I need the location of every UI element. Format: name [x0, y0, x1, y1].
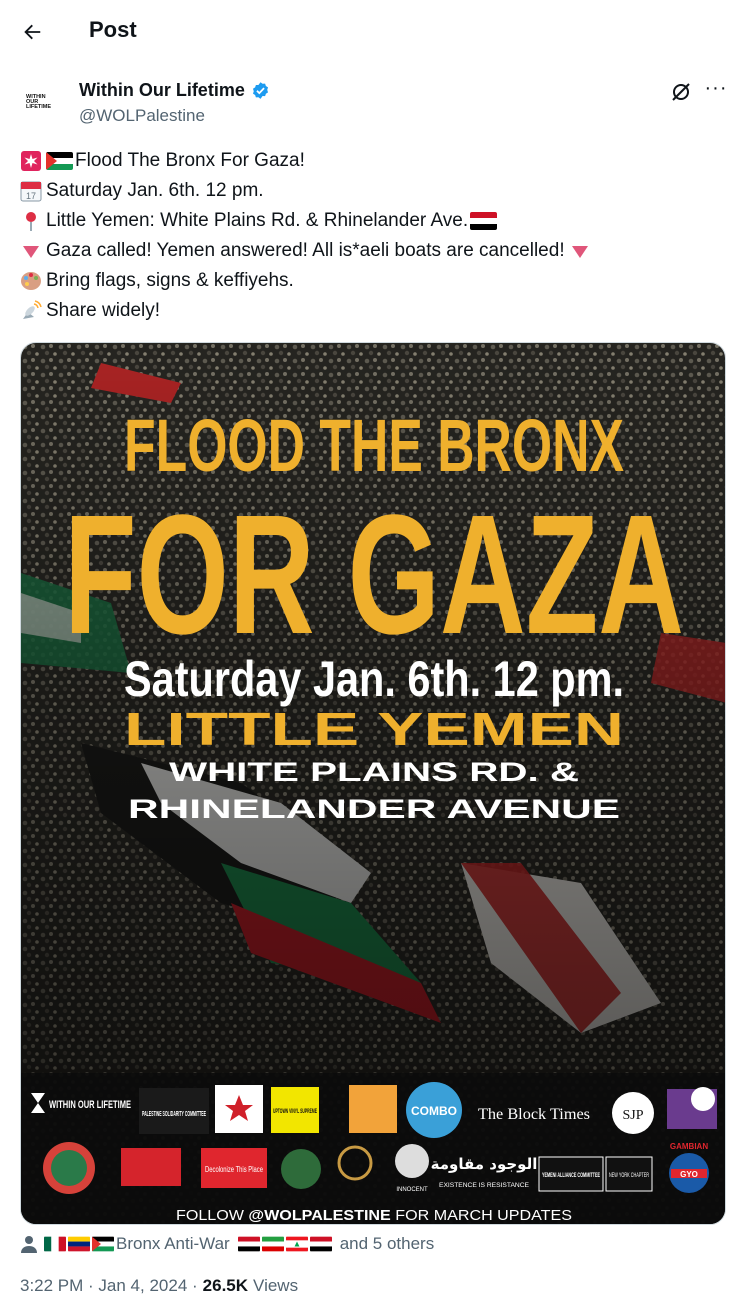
red-triangle-down-icon — [571, 246, 588, 258]
poster-footer-suffix: FOR MARCH UPDATES — [391, 1207, 572, 1224]
spiral-icon — [691, 1087, 715, 1111]
calendar-icon: 17 — [20, 181, 42, 202]
poster-footer: FOLLOW @WOLPALESTINE FOR MARCH UPDATES — [176, 1207, 572, 1224]
logo-rising-fist — [281, 1149, 321, 1189]
post-line-4: Gaza called! Yemen answered! All is*aeli… — [20, 236, 725, 266]
venezuela-flag-icon — [68, 1236, 90, 1252]
more-options-icon[interactable]: ··· — [704, 78, 728, 102]
post-line-5-text: Bring flags, signs & keffiyehs. — [46, 270, 294, 291]
poster-address-1: WHITE PLAINS RD. & — [169, 757, 579, 787]
post-line-1-text: Flood The Bronx For Gaza! — [75, 150, 305, 171]
logo-combo-text: COMBO — [411, 1104, 457, 1118]
person-icon — [21, 1236, 37, 1253]
mexico-flag-icon — [44, 1236, 66, 1252]
logo-jarocho — [121, 1148, 181, 1186]
views-count: 26.5K — [202, 1276, 249, 1295]
poster-headline-1: FLOOD THE BRONX — [124, 404, 624, 487]
poster-location-line: LITTLE YEMEN — [124, 703, 624, 755]
logo-wol-text: WITHIN OUR LIFETIME — [49, 1099, 131, 1111]
tagged-users-row[interactable]: Bronx Anti-War and 5 others — [20, 1232, 434, 1256]
grok-icon[interactable] — [669, 80, 693, 104]
post-line-2: 17 Saturday Jan. 6th. 12 pm. — [20, 176, 725, 206]
back-arrow-icon — [24, 24, 41, 40]
rotating-light-icon — [21, 151, 41, 171]
logo-decolonize-text: Decolonize This Place — [205, 1165, 263, 1174]
round-pushpin-icon — [26, 212, 36, 231]
svg-text:17: 17 — [26, 191, 36, 201]
views-label: Views — [253, 1276, 299, 1295]
logo-gyo-text: GYO — [680, 1170, 698, 1179]
iraq-flag-icon — [309, 1236, 332, 1252]
logo-uptown-palestine — [349, 1085, 397, 1133]
post-line-5: Bring flags, signs & keffiyehs. — [20, 266, 725, 296]
tagged-user-name: Bronx Anti-War — [116, 1234, 230, 1253]
post-line-2-text: Saturday Jan. 6th. 12 pm. — [46, 180, 264, 201]
logo-sjp-text: SJP — [622, 1108, 643, 1123]
poster-graphic: FLOOD THE BRONX FOR GAZA Saturday Jan. 6… — [21, 343, 725, 1224]
logo-existence-text: EXISTENCE IS RESISTANCE — [439, 1183, 529, 1189]
lebanon-flag-icon — [285, 1236, 308, 1252]
logo-innocent — [395, 1144, 429, 1178]
logo-ny-chapter-text: NEW YORK CHAPTER — [609, 1173, 649, 1179]
yemen-flag-icon — [237, 1236, 260, 1252]
logo-uptown-text: UPTOWN VINYL SUPREME — [273, 1109, 317, 1115]
post-timestamp: 3:22 PM · Jan 4, 2024 · 26.5K Views — [20, 1276, 298, 1296]
logo-gambian-text: GAMBIAN — [670, 1142, 708, 1151]
tagged-others: and 5 others — [339, 1234, 435, 1253]
post-line-3: Little Yemen: White Plains Rd. & Rhinela… — [20, 206, 725, 236]
page-title: Post — [89, 17, 137, 42]
palestine-flag-icon — [92, 1236, 114, 1252]
post-line-3-text: Little Yemen: White Plains Rd. & Rhinela… — [46, 210, 469, 231]
logo-inner — [51, 1150, 87, 1186]
author-name-text: Within Our Lifetime — [79, 80, 245, 100]
avatar-logo-text: WITHIN OUR LIFETIME — [26, 93, 52, 110]
poster-date-line: Saturday Jan. 6th. 12 pm. — [124, 651, 624, 707]
logo-yemeni-alliance-text: YEMENI ALLIANCE COMMITTEE — [542, 1173, 600, 1179]
satellite-antenna-icon — [23, 300, 42, 319]
poster-headline-2: FOR GAZA — [64, 480, 684, 670]
palestine-flag-icon — [46, 152, 73, 170]
author-row: WITHIN OUR LIFETIME Within Our Lifetime … — [20, 76, 728, 130]
logo-arabic-text: الوجود مقاومة — [431, 1155, 538, 1173]
yemen-flag-icon — [470, 212, 498, 230]
post-line-6-text: Share widely! — [46, 300, 161, 321]
red-triangle-down-icon — [23, 246, 39, 258]
post-line-6: Share widely! — [20, 296, 725, 326]
back-button[interactable] — [18, 18, 46, 46]
poster-footer-handle: @WOLPALESTINE — [248, 1207, 390, 1224]
logo-innocent-text: INNOCENT — [396, 1187, 428, 1193]
artist-palette-icon — [21, 272, 41, 290]
post-text: Flood The Bronx For Gaza! 17 Saturday Ja… — [20, 146, 725, 326]
author-name[interactable]: Within Our Lifetime — [79, 80, 270, 101]
iran-flag-icon — [261, 1236, 284, 1252]
author-handle[interactable]: @WOLPalestine — [79, 106, 205, 126]
verified-badge-icon — [252, 82, 268, 99]
logo-psc-text: PALESTINE SOLIDARITY COMMITTEE — [142, 1111, 206, 1118]
post-image[interactable]: FLOOD THE BRONX FOR GAZA Saturday Jan. 6… — [20, 342, 726, 1225]
post-line-1: Flood The Bronx For Gaza! — [20, 146, 725, 176]
timestamp-text[interactable]: 3:22 PM · Jan 4, 2024 · — [20, 1276, 198, 1296]
post-line-4-text: Gaza called! Yemen answered! All is*aeli… — [46, 240, 565, 261]
logo-block-times-text: The Block Times — [478, 1106, 590, 1123]
poster-address-2: RHINELANDER AVENUE — [128, 794, 620, 824]
top-bar: Post — [0, 0, 745, 62]
avatar[interactable]: WITHIN OUR LIFETIME — [20, 80, 64, 124]
poster-footer-prefix: FOLLOW — [176, 1207, 248, 1224]
